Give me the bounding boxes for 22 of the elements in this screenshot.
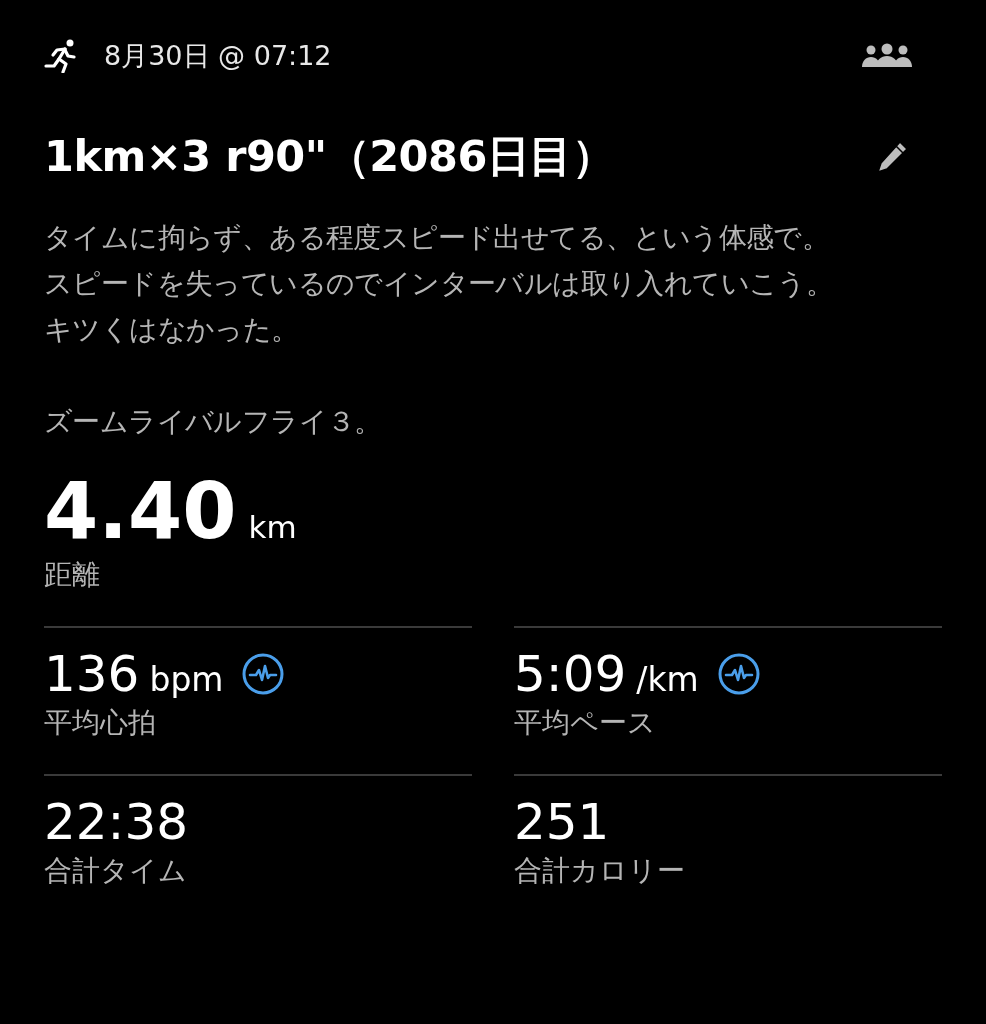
activity-note: ズームライバルフライ３。 [44,404,382,439]
stat-label: 合計カロリー [514,853,686,889]
stat-label: 平均心拍 [44,705,157,741]
group-icon[interactable] [862,43,912,69]
stat-value: 5:09 [514,644,627,704]
activity-note: スピードを失っているのでインターバルは取り入れていこう。 [44,266,834,301]
activity-note: キツくはなかった。 [44,312,299,347]
activity-title: 1km×3 r90"（2086日目） [44,130,615,183]
stat-value: 22:38 [44,792,189,852]
stat-unit: /km [636,660,699,699]
stat-label: 平均ペース [514,705,657,741]
distance-unit: km [248,509,297,545]
stat-unit: bpm [149,660,224,699]
heart-rate-chart-icon[interactable] [716,652,761,696]
stat-value: 136 [44,644,140,704]
distance-value: 4.40 [44,466,237,556]
activity-date: 8月30日 @ 07:12 [104,39,332,73]
stat-label: 合計タイム [44,853,188,889]
stat-value: 251 [514,792,610,852]
distance-label: 距離 [44,557,101,593]
activity-note: タイムに拘らず、ある程度スピード出せてる、という体感で。 [44,220,830,255]
heart-rate-chart-icon[interactable] [241,652,286,696]
